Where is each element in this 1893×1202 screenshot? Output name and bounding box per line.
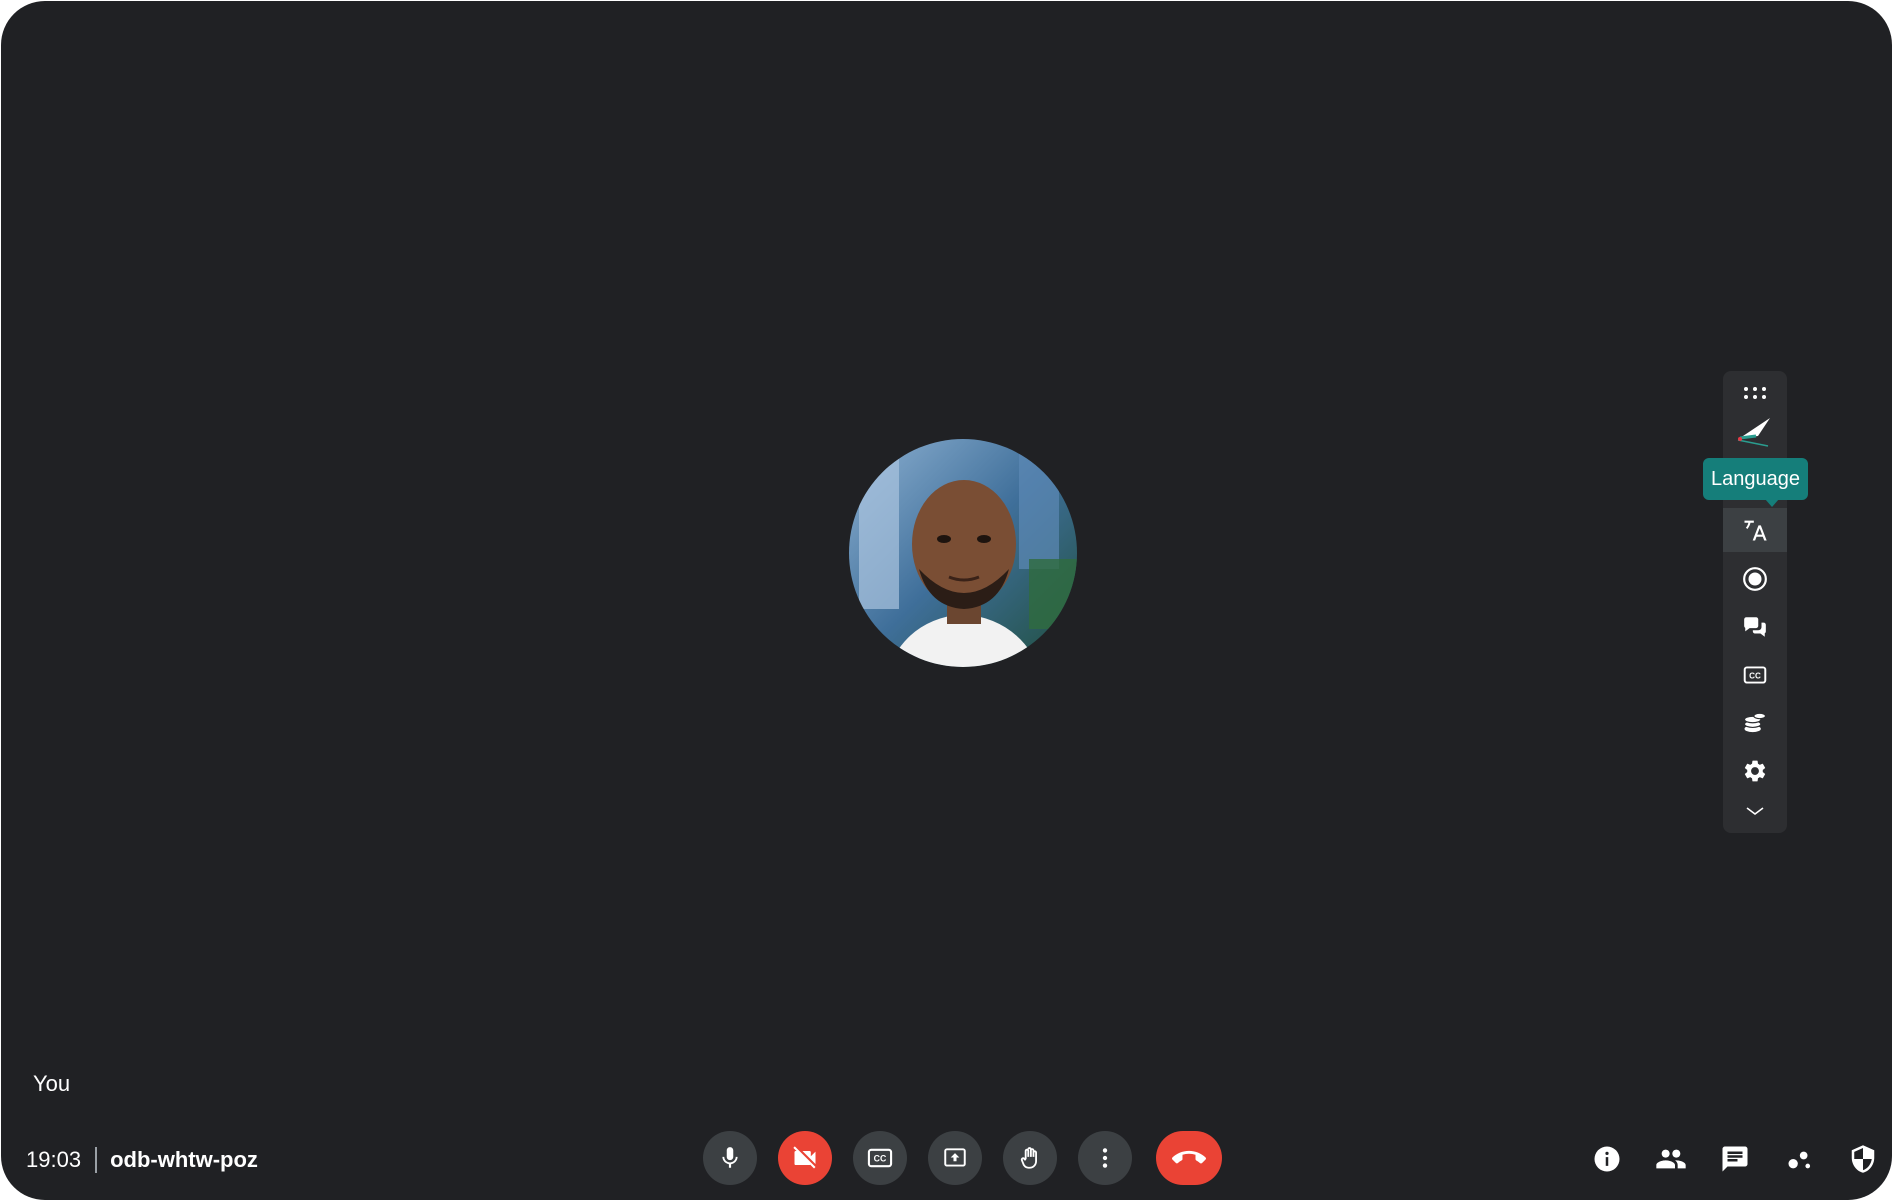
self-participant-label: You xyxy=(33,1071,71,1096)
call-controls: CC xyxy=(703,1131,1222,1185)
toolbar-whiteboard[interactable] xyxy=(1723,409,1787,453)
chat-icon xyxy=(1722,1146,1748,1172)
more-vert-icon xyxy=(1102,1148,1108,1168)
toolbar-settings[interactable] xyxy=(1723,749,1787,793)
language-tooltip: Language xyxy=(1703,458,1808,507)
people-button[interactable] xyxy=(1651,1139,1691,1179)
meeting-details-button[interactable] xyxy=(1587,1139,1627,1179)
meeting-code: odb-whtw-poz xyxy=(110,1147,258,1172)
closed-captions-icon: CC xyxy=(1743,666,1767,684)
chevron-down-icon xyxy=(1746,807,1764,815)
toolbar-captions[interactable]: CC xyxy=(1723,653,1787,697)
settings-gear-icon xyxy=(1744,760,1766,782)
chat-button[interactable] xyxy=(1715,1139,1755,1179)
info-icon xyxy=(1594,1146,1620,1172)
captions-icon: CC xyxy=(867,1148,893,1168)
more-options-button[interactable] xyxy=(1078,1131,1132,1185)
svg-text:CC: CC xyxy=(1749,671,1761,680)
captions-button[interactable]: CC xyxy=(853,1131,907,1185)
host-controls-button[interactable] xyxy=(1843,1139,1883,1179)
people-icon xyxy=(1656,1149,1686,1169)
toolbar-collapse[interactable] xyxy=(1723,789,1787,833)
meeting-info: 19:03 odb-whtw-poz xyxy=(26,1144,258,1176)
clock-time: 19:03 xyxy=(26,1147,82,1172)
present-button[interactable] xyxy=(928,1131,982,1185)
divider xyxy=(95,1147,98,1173)
record-icon xyxy=(1743,567,1767,591)
mic-button[interactable] xyxy=(703,1131,757,1185)
activities-button[interactable] xyxy=(1779,1139,1819,1179)
meeting-screen: You 19:03 odb-whtw-poz CC CC Language xyxy=(1,1,1892,1200)
drag-handle-icon xyxy=(1744,387,1766,399)
hand-icon xyxy=(1020,1147,1037,1169)
shield-icon xyxy=(1851,1145,1875,1173)
meeting-side-controls xyxy=(1587,1139,1883,1179)
whiteboard-pen-icon xyxy=(1737,418,1770,447)
side-toolbar: CC xyxy=(1723,371,1787,833)
hangup-icon xyxy=(1172,1150,1206,1164)
camera-button[interactable] xyxy=(778,1131,832,1185)
chat-bubbles-icon xyxy=(1744,617,1766,637)
user-avatar xyxy=(849,439,1077,667)
toolbar-language[interactable] xyxy=(1723,508,1787,552)
activities-icon xyxy=(1788,1151,1811,1169)
translate-icon xyxy=(1744,520,1767,541)
toolbar-record[interactable] xyxy=(1723,557,1787,601)
leave-call-button[interactable] xyxy=(1156,1131,1222,1185)
coins-icon xyxy=(1743,712,1767,733)
toolbar-chat[interactable] xyxy=(1723,605,1787,649)
svg-text:CC: CC xyxy=(874,1154,887,1164)
camera-off-icon xyxy=(793,1146,816,1169)
toolbar-credits[interactable] xyxy=(1723,701,1787,745)
raise-hand-button[interactable] xyxy=(1003,1131,1057,1185)
microphone-icon xyxy=(722,1147,738,1168)
present-screen-icon xyxy=(944,1148,966,1167)
